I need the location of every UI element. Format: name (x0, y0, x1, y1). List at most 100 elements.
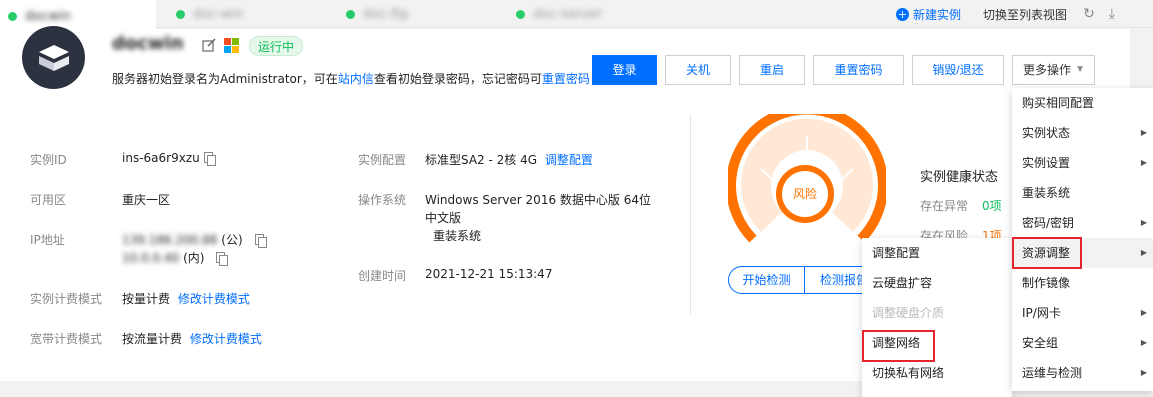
bandwidth-mode-value: 按流量计费 修改计费模式 (122, 330, 262, 347)
menu-item-label: 运维与检测 (1022, 366, 1083, 380)
created-time-value: 2021-12-21 15:13:47 (425, 267, 553, 281)
bandwidth-mode-text: 按流量计费 (122, 332, 183, 346)
chevron-right-icon: ▶ (1140, 128, 1147, 137)
shutdown-button[interactable]: 关机 (665, 55, 731, 85)
inbox-link[interactable]: 站内信 (338, 72, 374, 86)
tab-doc-ftp[interactable]: doc-ftp (346, 0, 409, 28)
reset-password-button[interactable]: 重置密码 (813, 55, 904, 85)
public-ip: 139.186.200.88 (122, 233, 218, 247)
os-value-line1: Windows Server 2016 数据中心版 64位 (425, 193, 651, 207)
instance-id-text: ins-6a6r9xzu (122, 151, 200, 165)
risk-indicator: 风险 (782, 171, 828, 217)
adjust-config-link[interactable]: 调整配置 (545, 153, 593, 167)
chevron-right-icon: ▶ (1140, 218, 1147, 227)
zone-value: 重庆一区 (122, 193, 171, 207)
login-button[interactable]: 登录 (592, 55, 657, 85)
reset-password-link[interactable]: 重置密码 (542, 72, 590, 86)
private-ip: 10.0.0.40 (122, 251, 180, 265)
menu-item-instance-status[interactable]: 实例状态 ▶ (1012, 118, 1153, 148)
instance-name: docwin (112, 33, 184, 54)
config-label: 实例配置 (358, 153, 407, 167)
chevron-right-icon: ▶ (1140, 338, 1147, 347)
submenu-item-disk-expand[interactable]: 云硬盘扩容 (862, 268, 1012, 298)
menu-item-ops-check[interactable]: 运维与检测 ▶ (1012, 358, 1153, 388)
billing-mode-value: 按量计费 修改计费模式 (122, 290, 250, 307)
server-avatar-icon (22, 26, 85, 89)
new-instance-link[interactable]: + 新建实例 (896, 6, 961, 23)
menu-item-create-image[interactable]: 制作镜像 (1012, 268, 1153, 298)
running-dot-icon (8, 11, 17, 21)
divider (690, 114, 691, 314)
switch-list-view-link[interactable]: 切换至列表视图 (983, 6, 1067, 23)
billing-mode-label: 实例计费模式 (30, 292, 103, 306)
refresh-icon[interactable]: ↻ (1083, 6, 1095, 22)
submenu-item-switch-vpc[interactable]: 切换私有网络 (862, 358, 1012, 388)
download-icon[interactable]: ⤓ (1109, 6, 1115, 22)
os-value-line2: 中文版 (425, 211, 462, 225)
private-ip-tag: (内) (183, 251, 205, 265)
copy-icon[interactable] (254, 234, 267, 248)
chevron-right-icon: ▶ (1140, 308, 1147, 317)
config-text: 标准型SA2 - 2核 4G (425, 153, 538, 167)
tab-label: doc-ftp (363, 6, 409, 22)
windows-icon (224, 38, 240, 54)
status-badge: 运行中 (249, 36, 304, 56)
copy-icon[interactable] (203, 152, 216, 166)
menu-item-label: 安全组 (1022, 336, 1059, 350)
more-actions-button[interactable]: 更多操作 ▼ (1012, 55, 1095, 85)
health-status-title: 实例健康状态 (920, 170, 999, 185)
highlight-adjust-network (862, 330, 935, 362)
menu-item-instance-settings[interactable]: 实例设置 ▶ (1012, 148, 1153, 178)
menu-item-label: 购买相同配置 (1022, 96, 1095, 110)
bandwidth-mode-label: 宽带计费模式 (30, 332, 103, 346)
abnormal-label: 存在异常 (920, 199, 969, 213)
submenu-item-disk-media: 调整硬盘介质 (872, 306, 945, 320)
submenu-item-adjust-config[interactable]: 调整配置 (862, 238, 1012, 268)
copy-icon[interactable] (216, 252, 229, 266)
public-ip-tag: (公) (221, 233, 243, 247)
tab-doc-win[interactable]: doc-win (176, 0, 244, 28)
login-notice: 服务器初始登录名为Administrator，可在站内信查看初始登录密码，忘记密… (112, 70, 590, 87)
modify-bandwidth-billing-link[interactable]: 修改计费模式 (190, 332, 262, 346)
menu-item-label: IP/网卡 (1022, 306, 1061, 320)
abnormal-count: 0项 (982, 199, 1002, 213)
start-check-button[interactable]: 开始检测 (728, 266, 805, 294)
menu-item-password-key[interactable]: 密码/密钥 ▶ (1012, 208, 1153, 238)
more-actions-label: 更多操作 (1023, 63, 1072, 77)
highlight-resource-adjust (1012, 237, 1082, 269)
destroy-button[interactable]: 销毁/退还 (912, 55, 1004, 85)
menu-item-label: 重装系统 (1022, 186, 1071, 200)
notice-text: 服务器初始登录名为Administrator，可在 (112, 72, 338, 86)
menu-item-buy-same[interactable]: 购买相同配置 (1012, 88, 1153, 118)
chevron-right-icon: ▶ (1140, 368, 1147, 377)
instance-id-value: ins-6a6r9xzu (122, 151, 216, 166)
billing-mode-text: 按量计费 (122, 292, 171, 306)
menu-item-reinstall[interactable]: 重装系统 (1012, 178, 1153, 208)
menu-item-label: 实例设置 (1022, 156, 1071, 170)
new-instance-label: 新建实例 (913, 7, 962, 22)
tab-docwin[interactable]: docwin (0, 0, 156, 32)
chevron-right-icon: ▶ (1140, 248, 1147, 257)
menu-item-label: 制作镜像 (1022, 276, 1071, 290)
chevron-right-icon: ▶ (1140, 158, 1147, 167)
created-time-label: 创建时间 (358, 269, 407, 283)
tab-label: doc-win (193, 6, 244, 22)
tab-label: docwin (25, 8, 71, 24)
abnormal-row: 存在异常 0项 (920, 197, 1002, 214)
menu-item-label: 实例状态 (1022, 126, 1071, 140)
menu-item-security-group[interactable]: 安全组 ▶ (1012, 328, 1153, 358)
resource-adjust-submenu: 调整配置 云硬盘扩容 调整硬盘介质 调整网络 切换私有网络 (862, 238, 1012, 397)
notice-text: 查看初始登录密码，忘记密码可 (373, 72, 542, 86)
reinstall-os-link[interactable]: 重装系统 (433, 227, 481, 244)
ip-label: IP地址 (30, 233, 65, 247)
modify-billing-link[interactable]: 修改计费模式 (178, 292, 250, 306)
restart-button[interactable]: 重启 (739, 55, 805, 85)
tab-label: doc-server (533, 6, 603, 22)
menu-item-label: 密码/密钥 (1022, 216, 1075, 230)
running-dot-icon (346, 9, 355, 19)
private-ip-value: 10.0.0.40 (内) (122, 249, 229, 266)
chevron-down-icon: ▼ (1075, 64, 1085, 75)
tab-doc-server[interactable]: doc-server (516, 0, 602, 28)
menu-item-ip-nic[interactable]: IP/网卡 ▶ (1012, 298, 1153, 328)
edit-icon[interactable] (202, 38, 216, 52)
